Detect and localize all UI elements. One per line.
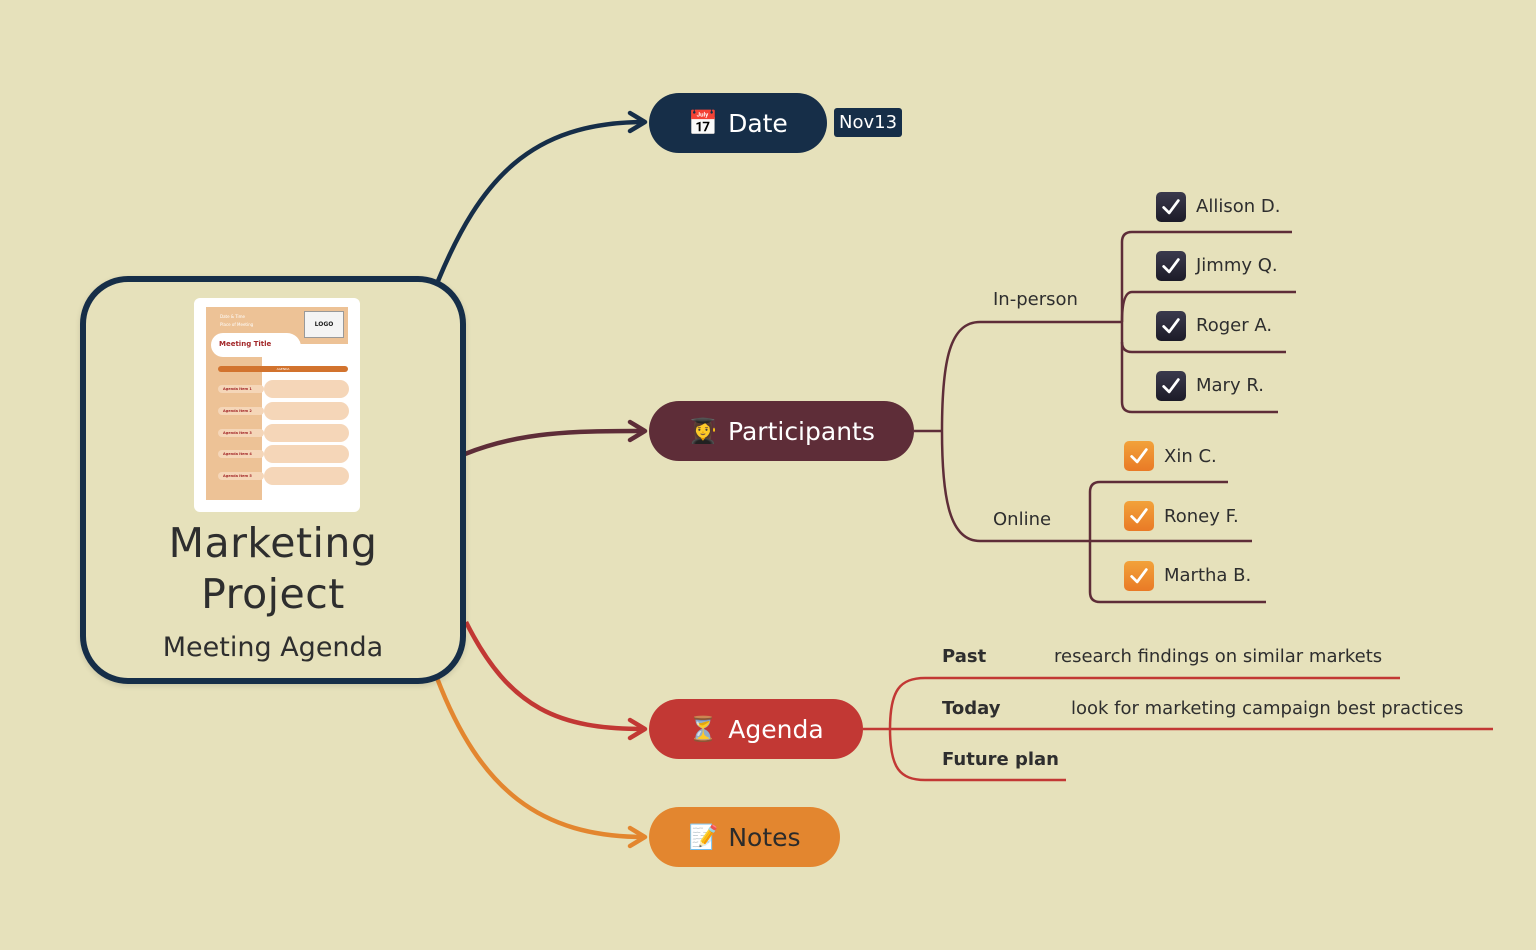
participant-name[interactable]: Allison D. — [1196, 196, 1280, 217]
checkbox-checked-icon[interactable] — [1156, 371, 1186, 401]
central-topic[interactable]: Date & Time Place of Meeting LOGO Meetin… — [80, 276, 466, 684]
thumbnail-agenda-item: Agenda Item 3 — [218, 429, 264, 437]
thumbnail-agenda-item: Agenda Item 2 — [218, 407, 264, 415]
agenda-detail-today[interactable]: look for marketing campaign best practic… — [1071, 698, 1463, 719]
checkbox-checked-icon[interactable] — [1124, 561, 1154, 591]
topic-notes[interactable]: 📝 Notes — [649, 807, 840, 867]
connector-agenda — [463, 620, 646, 732]
subtopic-online[interactable]: Online — [993, 509, 1051, 530]
connector-participants — [464, 428, 646, 457]
calendar-icon: 📅 — [688, 109, 719, 137]
thumbnail-item-box — [264, 380, 349, 398]
thumbnail-date-time: Date & Time — [220, 314, 246, 319]
checkbox-checked-icon[interactable] — [1156, 251, 1186, 281]
checkbox-checked-icon[interactable] — [1124, 501, 1154, 531]
subtopic-in-person[interactable]: In-person — [993, 289, 1078, 310]
topic-date[interactable]: 📅 Date — [649, 93, 827, 153]
agenda-item-past[interactable]: Past — [942, 646, 986, 667]
thumbnail-item-box — [264, 445, 349, 463]
student-icon: 👩‍🎓 — [688, 417, 719, 445]
hourglass-icon: ⏳ — [688, 715, 719, 743]
agenda-template-thumbnail: Date & Time Place of Meeting LOGO Meetin… — [194, 298, 360, 512]
topic-date-label: Date — [728, 108, 788, 138]
participant-name[interactable]: Martha B. — [1164, 565, 1251, 586]
thumbnail-agenda-bar: AGENDA — [218, 366, 348, 372]
topic-notes-label: Notes — [728, 822, 801, 852]
thumbnail-meeting-title: Meeting Title — [211, 333, 301, 357]
topic-agenda-label: Agenda — [728, 714, 824, 744]
checkbox-checked-icon[interactable] — [1156, 192, 1186, 222]
date-label-tag[interactable]: Nov13 — [834, 108, 903, 137]
participant-name[interactable]: Jimmy Q. — [1196, 255, 1278, 276]
participants-branches — [914, 230, 1296, 604]
title-line-1: Marketing — [168, 519, 378, 567]
thumbnail-item-box — [264, 402, 349, 420]
thumbnail-agenda-item: Agenda Item 5 — [218, 472, 264, 480]
connector-date — [435, 119, 646, 282]
central-topic-subtitle: Meeting Agenda — [162, 632, 384, 663]
participant-name[interactable]: Roger A. — [1196, 315, 1272, 336]
thumbnail-item-box — [264, 467, 349, 485]
thumbnail-agenda-item: Agenda Item 1 — [218, 385, 264, 393]
participant-name[interactable]: Mary R. — [1196, 375, 1264, 396]
thumbnail-logo: LOGO — [304, 311, 344, 338]
central-topic-title: Marketing Project — [86, 518, 460, 620]
topic-participants-label: Participants — [728, 416, 875, 446]
checkbox-checked-icon[interactable] — [1124, 441, 1154, 471]
thumbnail-agenda-item: Agenda Item 4 — [218, 450, 264, 458]
thumbnail-place: Place of Meeting — [220, 322, 254, 327]
participant-name[interactable]: Xin C. — [1164, 446, 1217, 467]
topic-participants[interactable]: 👩‍🎓 Participants — [649, 401, 914, 461]
agenda-item-future-plan[interactable]: Future plan — [942, 749, 1059, 770]
agenda-item-today[interactable]: Today — [942, 698, 1000, 719]
checkbox-checked-icon[interactable] — [1156, 311, 1186, 341]
connector-notes — [434, 677, 646, 840]
title-line-2: Project — [201, 570, 345, 618]
mind-map-canvas: Date & Time Place of Meeting LOGO Meetin… — [0, 0, 1536, 950]
participant-name[interactable]: Roney F. — [1164, 506, 1239, 527]
thumbnail-item-box — [264, 424, 349, 442]
thumbnail-date-place: Date & Time Place of Meeting — [220, 313, 253, 329]
agenda-detail-past[interactable]: research findings on similar markets — [1054, 646, 1382, 667]
memo-icon: 📝 — [688, 823, 719, 851]
topic-agenda[interactable]: ⏳ Agenda — [649, 699, 863, 759]
